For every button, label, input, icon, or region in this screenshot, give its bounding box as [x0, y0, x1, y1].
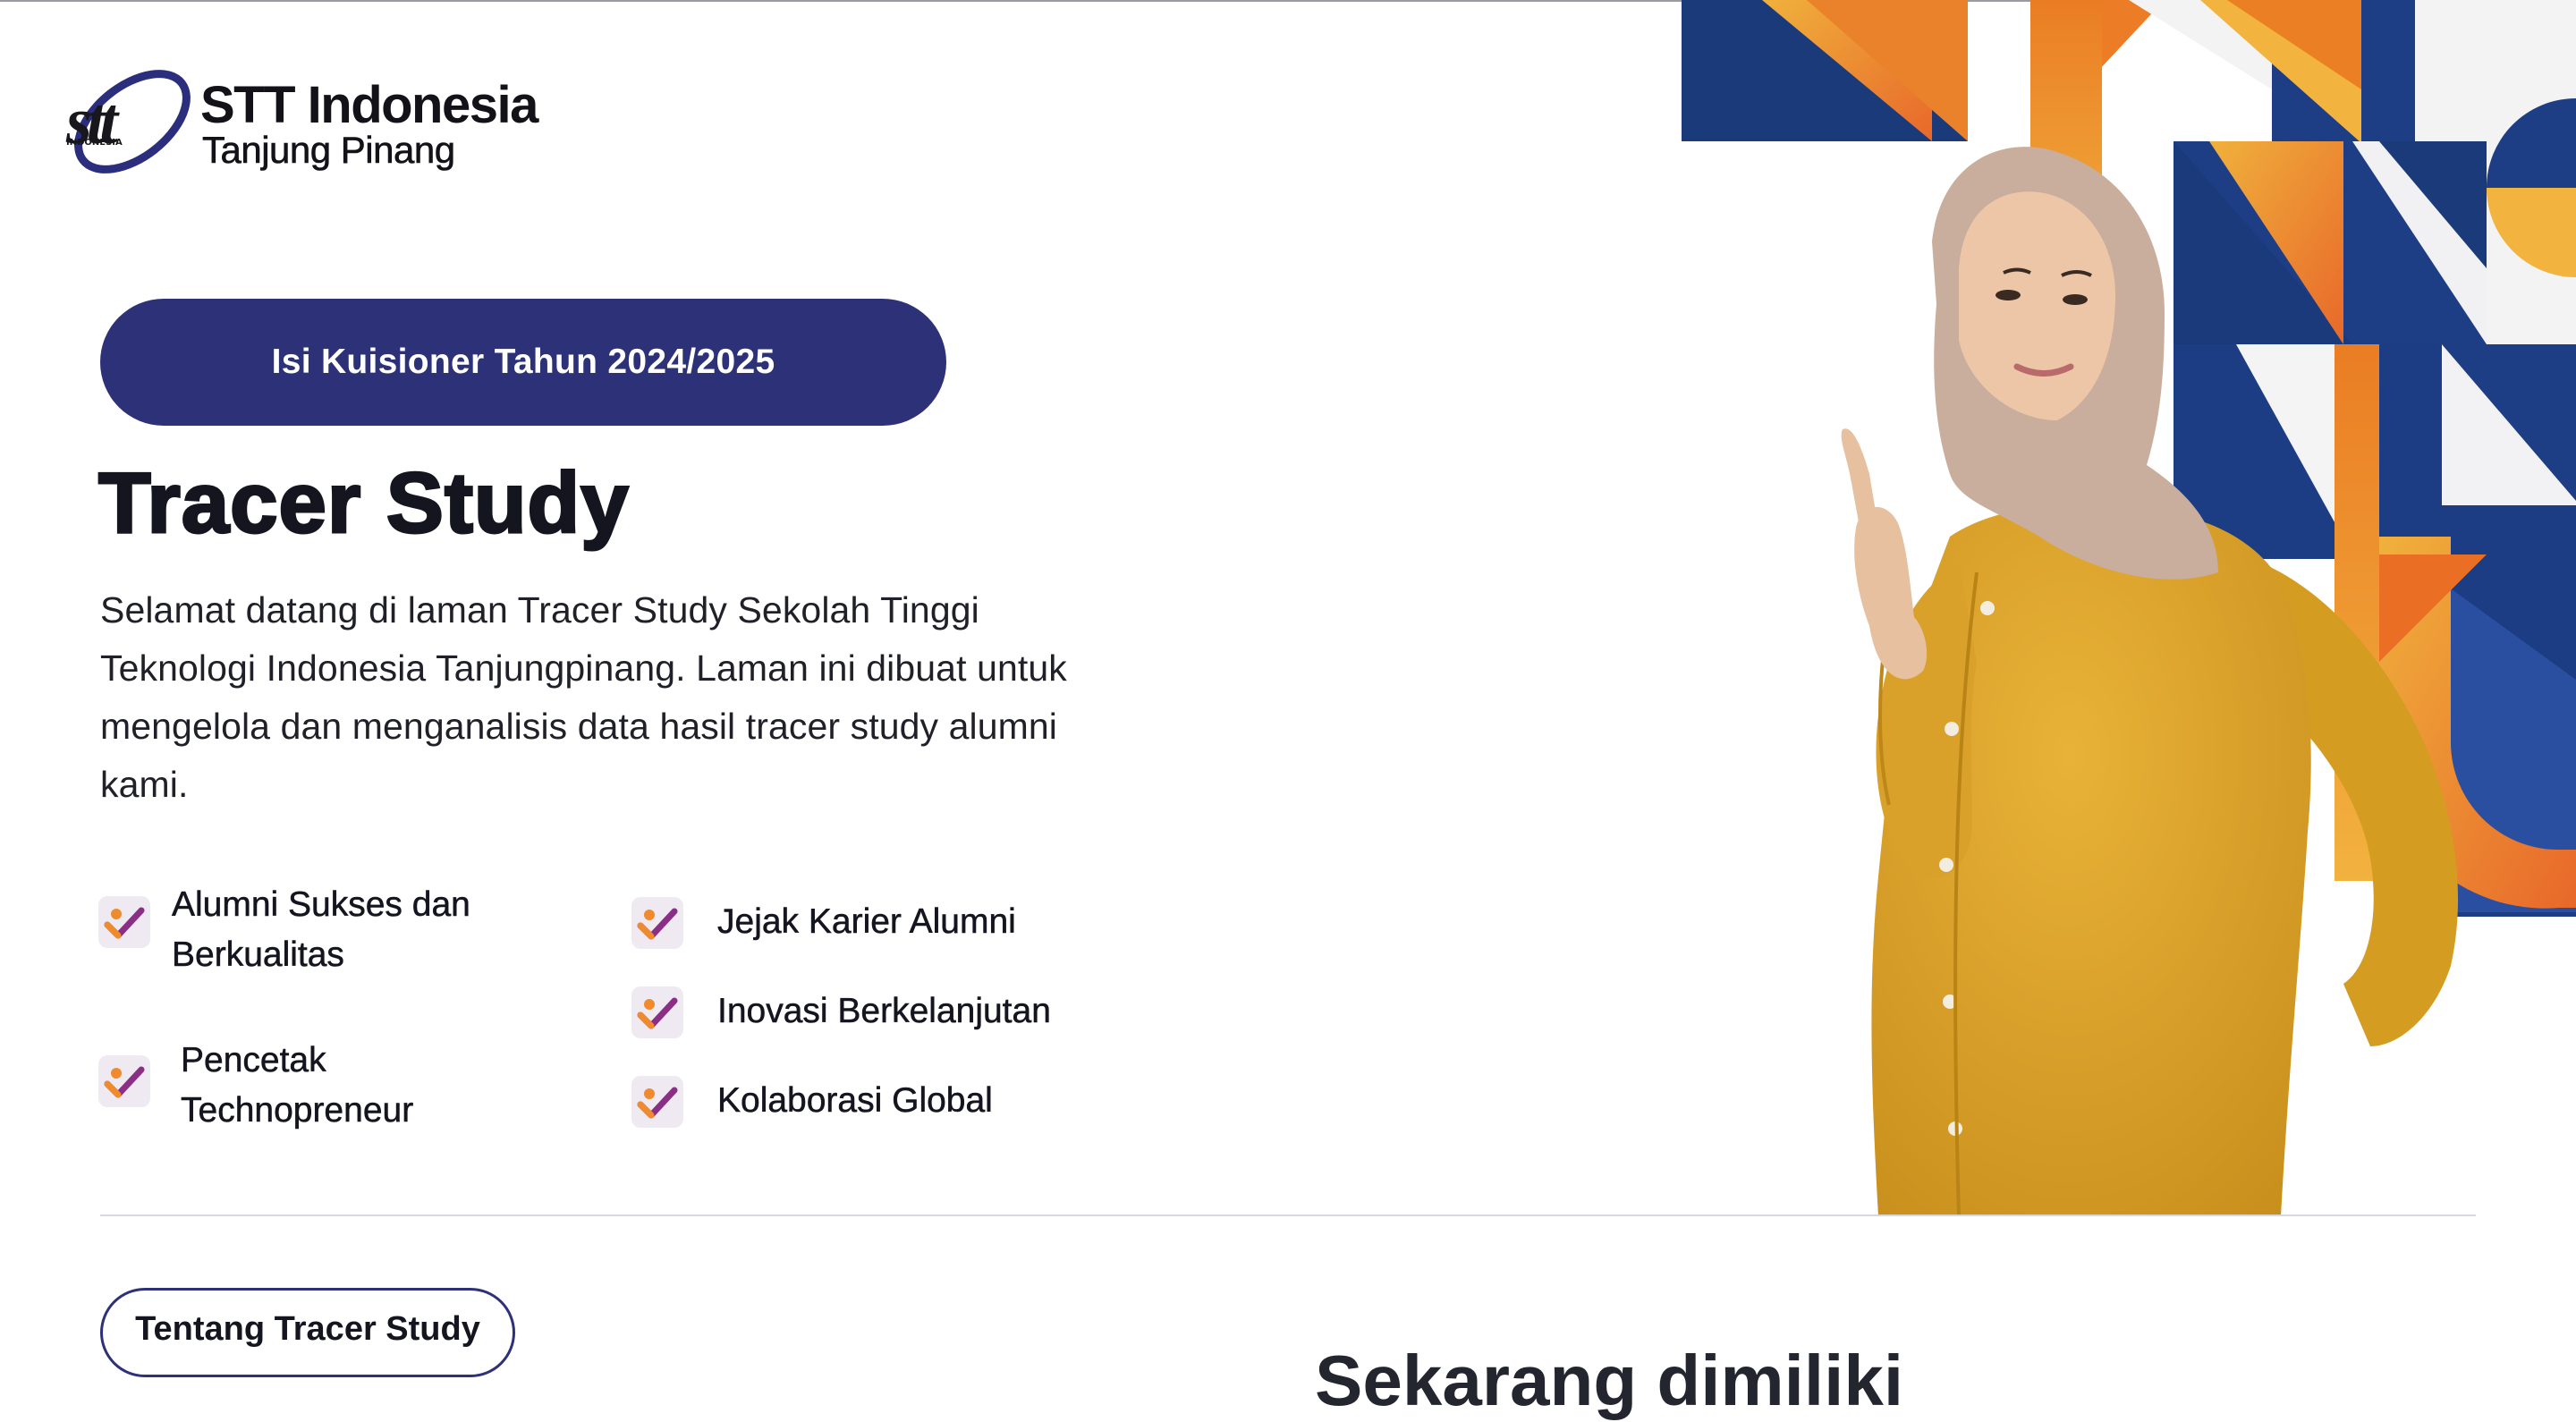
- section-heading: Sekarang dimiliki: [1315, 1341, 1904, 1420]
- page-title: Tracer Study: [97, 454, 631, 553]
- feature-item-kolaborasi: Kolaborasi Global: [631, 1076, 993, 1128]
- hero-description: Selamat datang di laman Tracer Study Sek…: [100, 589, 1067, 805]
- feature-item-technopreneur: Pencetak Technopreneur: [98, 1041, 503, 1136]
- feature-label: Alumni Sukses dan Berkualitas: [172, 885, 470, 975]
- feature-item-jejak-karier: Jejak Karier Alumni: [631, 897, 1016, 949]
- check-badge-icon: [98, 896, 150, 948]
- brand-name: STT Indonesia: [200, 76, 538, 134]
- feature-label: Kolaborasi Global: [717, 1081, 993, 1121]
- brand-location: Tanjung Pinang: [202, 129, 456, 172]
- feature-label: Jejak Karier Alumni: [717, 902, 1016, 942]
- about-tracer-study-button[interactable]: Tentang Tracer Study: [100, 1288, 515, 1377]
- hero-illustration: [1682, 0, 2576, 1216]
- feature-item-inovasi: Inovasi Berkelanjutan: [631, 986, 1051, 1038]
- svg-text:INDONESIA: INDONESIA: [66, 138, 123, 148]
- section-divider: [100, 1215, 2476, 1216]
- feature-item-alumni-sukses: Alumni Sukses dan Berkualitas: [98, 885, 547, 980]
- check-badge-icon: [631, 1076, 683, 1128]
- fill-questionnaire-button[interactable]: Isi Kuisioner Tahun 2024/2025: [100, 299, 946, 426]
- check-badge-icon: [631, 897, 683, 949]
- feature-label: Pencetak Technopreneur: [181, 1041, 414, 1130]
- check-badge-icon: [631, 986, 683, 1038]
- feature-label: Inovasi Berkelanjutan: [717, 992, 1051, 1031]
- site-logo[interactable]: stt INDONESIA STT Indonesia Tanjung Pina…: [63, 55, 564, 190]
- stt-logo-icon: stt INDONESIA: [65, 70, 191, 174]
- check-badge-icon: [98, 1055, 150, 1107]
